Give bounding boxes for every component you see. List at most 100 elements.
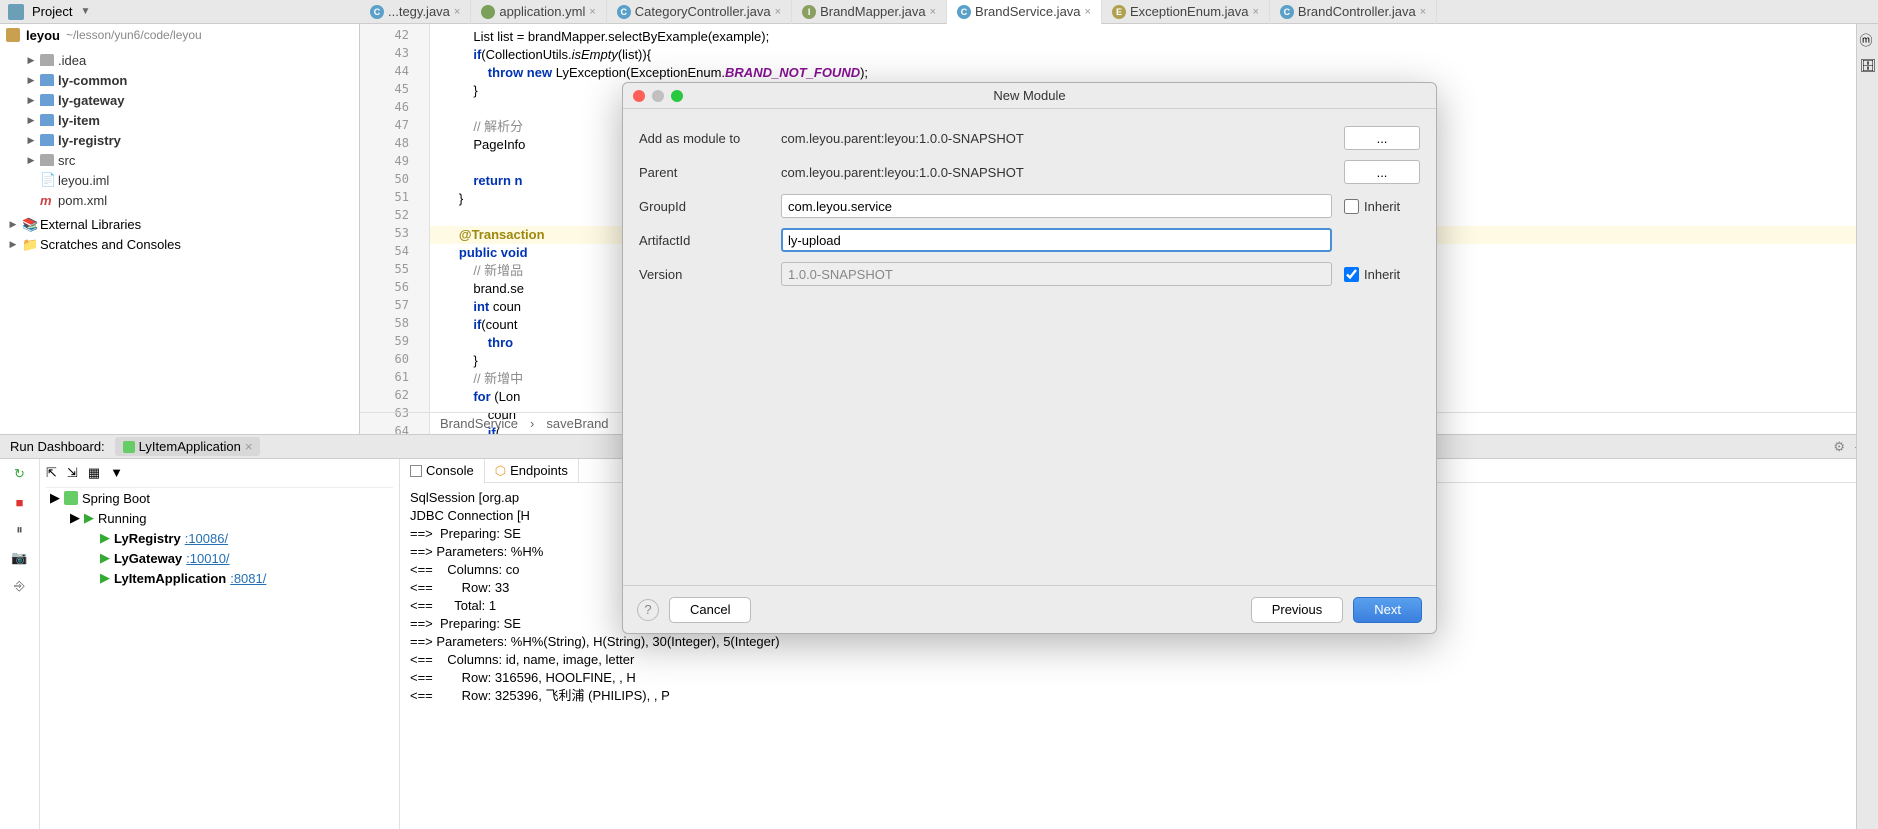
chevron-right-icon: ▶ — [26, 135, 36, 146]
chevron-right-icon: ▶ — [26, 115, 36, 126]
tree-item[interactable]: ▶.idea — [0, 50, 359, 70]
tree-item[interactable]: 📄leyou.iml — [0, 170, 359, 190]
add-as-module-value: com.leyou.parent:leyou:1.0.0-SNAPSHOT — [781, 131, 1332, 146]
dialog-body: Add as module to com.leyou.parent:leyou:… — [623, 109, 1436, 585]
maximize-icon[interactable] — [671, 90, 683, 102]
tree-root-spring[interactable]: ▶ Spring Boot — [46, 488, 393, 508]
dashboard-tree: ⇱ ⇲ ▦ ▼ ▶ Spring Boot ▶ ▶ Running ▶LyReg… — [40, 459, 400, 829]
scratches-consoles[interactable]: ▶ 📁 Scratches and Consoles — [0, 234, 359, 254]
close-icon[interactable]: × — [775, 6, 781, 18]
play-icon: ▶ — [100, 550, 110, 566]
breadcrumb-method[interactable]: saveBrand — [546, 415, 608, 433]
previous-button[interactable]: Previous — [1251, 597, 1344, 623]
tab-console[interactable]: Console — [400, 459, 485, 483]
maven-icon[interactable]: ⓜ — [1860, 30, 1876, 46]
code-line[interactable]: List list = brandMapper.selectByExample(… — [430, 28, 1878, 46]
code-line[interactable]: throw new LyException(ExceptionEnum.BRAN… — [430, 64, 1878, 82]
tab-endpoints[interactable]: ⬡ Endpoints — [485, 459, 579, 483]
play-icon: ▶ — [100, 530, 110, 546]
tree-item[interactable]: ▶src — [0, 150, 359, 170]
spring-icon — [64, 491, 78, 505]
parent-label: Parent — [639, 165, 769, 180]
camera-icon[interactable]: 📷 — [11, 549, 29, 567]
next-button[interactable]: Next — [1353, 597, 1422, 623]
file-type-icon: C — [957, 5, 971, 19]
editor-tab[interactable]: CBrandController.java× — [1270, 0, 1437, 24]
browse-module-button[interactable]: ... — [1344, 126, 1420, 150]
add-as-module-label: Add as module to — [639, 131, 769, 146]
editor-tab[interactable]: CBrandService.java× — [947, 0, 1102, 24]
tree-item[interactable]: ▶ly-registry — [0, 130, 359, 150]
filter-icon[interactable]: ▼ — [110, 465, 123, 481]
minimize-icon[interactable] — [652, 90, 664, 102]
play-icon: ▶ — [100, 570, 110, 586]
close-icon[interactable]: × — [454, 6, 460, 18]
dialog-title: New Module — [993, 88, 1065, 103]
version-field — [781, 262, 1332, 286]
spring-icon — [123, 441, 135, 453]
dashboard-app[interactable]: ▶LyItemApplication :8081/ — [46, 568, 393, 588]
file-type-icon: C — [370, 5, 384, 19]
stop-icon[interactable]: ■ — [11, 493, 29, 511]
tree-item[interactable]: mpom.xml — [0, 190, 359, 210]
groupid-field[interactable] — [781, 194, 1332, 218]
exit-icon[interactable]: ⎆ — [11, 577, 29, 595]
chevron-right-icon: › — [530, 415, 534, 433]
breadcrumb-class[interactable]: BrandService — [440, 415, 518, 433]
app-port-link[interactable]: :10086/ — [185, 531, 228, 546]
folder-icon — [40, 114, 54, 126]
dashboard-app[interactable]: ▶LyRegistry :10086/ — [46, 528, 393, 548]
code-line[interactable]: if(CollectionUtils.isEmpty(list)){ — [430, 46, 1878, 64]
close-icon[interactable] — [633, 90, 645, 102]
groupid-label: GroupId — [639, 199, 769, 214]
gear-icon[interactable]: ⚙ — [1833, 439, 1845, 455]
artifactid-field[interactable] — [781, 228, 1332, 252]
pause-icon[interactable]: ⏸ — [11, 521, 29, 539]
close-icon[interactable]: × — [1085, 6, 1091, 18]
grid-icon[interactable]: ▦ — [88, 465, 100, 481]
tree-item[interactable]: ▶ly-gateway — [0, 90, 359, 110]
rerun-icon[interactable]: ↻ — [11, 465, 29, 483]
browse-parent-button[interactable]: ... — [1344, 160, 1420, 184]
version-inherit-checkbox[interactable]: Inherit — [1344, 267, 1420, 282]
new-module-dialog: New Module Add as module to com.leyou.pa… — [622, 82, 1437, 634]
chevron-down-icon[interactable]: ▼ — [80, 6, 90, 17]
close-icon[interactable]: × — [245, 439, 253, 454]
collapse-icon[interactable]: ⇲ — [67, 465, 78, 481]
folder-icon — [6, 28, 20, 42]
editor-tab[interactable]: C...tegy.java× — [360, 0, 471, 24]
dashboard-app-tab[interactable]: LyItemApplication × — [115, 437, 261, 456]
groupid-inherit-checkbox[interactable]: Inherit — [1344, 199, 1420, 214]
editor-tab[interactable]: EExceptionEnum.java× — [1102, 0, 1270, 24]
external-libraries[interactable]: ▶ 📚 External Libraries — [0, 214, 359, 234]
close-icon[interactable]: × — [1420, 6, 1426, 18]
editor-tab[interactable]: CCategoryController.java× — [607, 0, 792, 24]
app-port-link[interactable]: :8081/ — [230, 571, 266, 586]
close-icon[interactable]: × — [589, 6, 595, 18]
project-root-path: ~/lesson/yun6/code/leyou — [66, 28, 202, 42]
help-button[interactable]: ? — [637, 599, 659, 621]
database-icon[interactable]: 🗄 — [1860, 58, 1876, 74]
console-line: <== Row: 325396, 飞利浦 (PHILIPS), , P — [410, 687, 1868, 705]
expand-icon[interactable]: ⇱ — [46, 465, 57, 481]
window-controls — [633, 90, 683, 102]
tree-item[interactable]: ▶ly-item — [0, 110, 359, 130]
file-type-icon: E — [1112, 5, 1126, 19]
dialog-titlebar[interactable]: New Module — [623, 83, 1436, 109]
project-dropdown[interactable]: Project — [32, 4, 72, 19]
tree-item[interactable]: ▶ly-common — [0, 70, 359, 90]
file-type-icon: C — [617, 5, 631, 19]
dashboard-app[interactable]: ▶LyGateway :10010/ — [46, 548, 393, 568]
chevron-right-icon: ▶ — [26, 75, 36, 86]
project-tree: ▶.idea▶ly-common▶ly-gateway▶ly-item▶ly-r… — [0, 46, 359, 214]
app-port-link[interactable]: :10010/ — [186, 551, 229, 566]
close-icon[interactable]: × — [1252, 6, 1258, 18]
folder-icon — [40, 134, 54, 146]
close-icon[interactable]: × — [930, 6, 936, 18]
editor-tab[interactable]: IBrandMapper.java× — [792, 0, 947, 24]
editor-tab[interactable]: application.yml× — [471, 0, 606, 24]
cancel-button[interactable]: Cancel — [669, 597, 751, 623]
console-icon — [410, 465, 422, 477]
line-gutter: 4243444546474849505152535455565758596061… — [360, 24, 430, 434]
tree-group-running[interactable]: ▶ ▶ Running — [46, 508, 393, 528]
